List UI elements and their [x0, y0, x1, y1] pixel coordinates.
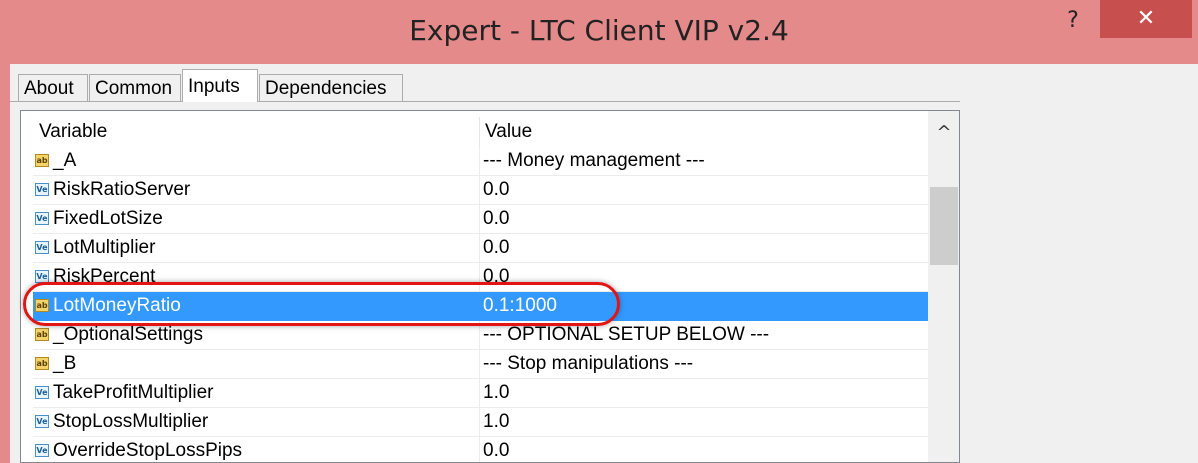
numeric-param-icon: Ve	[35, 270, 49, 283]
variable-name: _A	[53, 150, 77, 171]
variable-value[interactable]: 0.0	[483, 205, 509, 233]
variable-value[interactable]: 0.0	[483, 263, 509, 291]
help-button[interactable]: ?	[1048, 4, 1098, 38]
string-param-icon: ab	[35, 357, 49, 370]
variable-value[interactable]: --- OPTIONAL SETUP BELOW ---	[483, 321, 769, 349]
cell-divider	[479, 234, 480, 263]
variable-name: OverrideStopLossPips	[53, 440, 243, 461]
input-row[interactable]: ab _B --- Stop manipulations ---	[33, 350, 943, 379]
list-header: Variable Value	[33, 117, 943, 147]
numeric-param-icon: Ve	[35, 241, 49, 254]
tab-common[interactable]: Common	[89, 74, 181, 101]
variable-name: RiskRatioServer	[53, 179, 191, 200]
close-button[interactable]: ✕	[1100, 0, 1192, 38]
numeric-param-icon: Ve	[35, 183, 49, 196]
cell-divider	[479, 147, 480, 176]
numeric-param-icon: Ve	[35, 444, 49, 457]
input-row[interactable]: Ve RiskRatioServer 0.0	[33, 176, 943, 205]
scroll-up-arrow-icon[interactable]: ^	[928, 119, 959, 147]
window-title: Expert - LTC Client VIP v2.4	[409, 14, 789, 47]
variable-value[interactable]: --- Money management ---	[483, 147, 705, 175]
variable-name: TakeProfitMultiplier	[53, 382, 214, 403]
cell-divider	[479, 205, 480, 234]
column-divider[interactable]	[479, 117, 480, 147]
input-row[interactable]: Ve RiskPercent 0.0	[33, 263, 943, 292]
string-param-icon: ab	[35, 154, 49, 167]
cell-divider	[479, 437, 480, 462]
variable-name: _OptionalSettings	[53, 324, 203, 345]
input-row-selected[interactable]: ab LotMoneyRatio 0.1:1000	[33, 292, 943, 321]
input-row[interactable]: Ve OverrideStopLossPips 0.0	[33, 437, 943, 462]
column-header-value[interactable]: Value	[485, 117, 532, 147]
input-row[interactable]: Ve StopLossMultiplier 1.0	[33, 408, 943, 437]
variable-value[interactable]: 0.0	[483, 176, 509, 204]
variable-name: StopLossMultiplier	[53, 411, 209, 432]
variable-name: LotMoneyRatio	[53, 295, 181, 316]
input-row[interactable]: ab _A --- Money management ---	[33, 147, 943, 176]
input-row[interactable]: Ve TakeProfitMultiplier 1.0	[33, 379, 943, 408]
string-param-icon: ab	[35, 299, 49, 312]
numeric-param-icon: Ve	[35, 415, 49, 428]
cell-divider	[479, 263, 480, 292]
inputs-list[interactable]: Variable Value ab _A --- Money managemen…	[20, 110, 960, 463]
numeric-param-icon: Ve	[35, 386, 49, 399]
tab-dependencies[interactable]: Dependencies	[259, 74, 403, 101]
title-bar: Expert - LTC Client VIP v2.4 ? ✕	[0, 0, 1198, 64]
scroll-thumb[interactable]	[930, 187, 958, 265]
variable-value[interactable]: 0.1:1000	[483, 292, 557, 320]
variable-value[interactable]: 0.0	[483, 234, 509, 262]
variable-value[interactable]: 1.0	[483, 408, 509, 436]
input-row[interactable]: Ve FixedLotSize 0.0	[33, 205, 943, 234]
input-row[interactable]: Ve LotMultiplier 0.0	[33, 234, 943, 263]
numeric-param-icon: Ve	[35, 212, 49, 225]
dialog-body: About Common Inputs Dependencies Variabl…	[0, 64, 1198, 463]
vertical-scrollbar[interactable]: ^	[928, 111, 959, 462]
variable-name: LotMultiplier	[53, 237, 156, 258]
variable-name: RiskPercent	[53, 266, 156, 287]
string-param-icon: ab	[35, 328, 49, 341]
input-row[interactable]: ab _OptionalSettings --- OPTIONAL SETUP …	[33, 321, 943, 350]
variable-value[interactable]: --- Stop manipulations ---	[483, 350, 693, 378]
cell-divider	[479, 176, 480, 205]
tab-inputs[interactable]: Inputs	[182, 69, 258, 102]
tab-about[interactable]: About	[18, 74, 88, 101]
variable-value[interactable]: 1.0	[483, 379, 509, 407]
cell-divider	[479, 321, 480, 350]
variable-name: _B	[53, 353, 77, 374]
cell-divider	[479, 379, 480, 408]
cell-divider	[479, 408, 480, 437]
variable-value[interactable]: 0.0	[483, 437, 509, 462]
cell-divider	[479, 350, 480, 379]
tab-divider	[10, 101, 960, 102]
variable-name: FixedLotSize	[53, 208, 163, 229]
column-header-variable[interactable]: Variable	[39, 117, 107, 147]
